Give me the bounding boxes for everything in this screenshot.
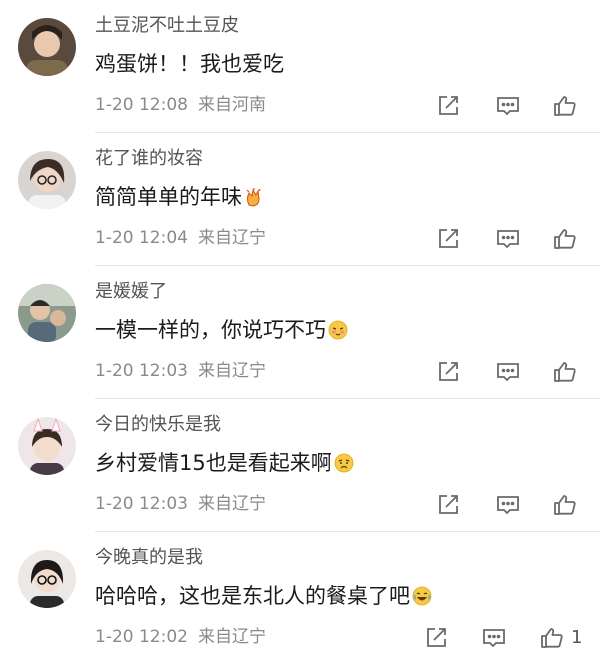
comment-text-body: 鸡蛋饼！！我也爱吃 (95, 52, 284, 76)
share-button[interactable] (433, 225, 463, 253)
username[interactable]: 今日的快乐是我 (95, 411, 221, 439)
comment-meta: 1-20 12:03 来自辽宁 (95, 358, 266, 384)
share-button[interactable] (421, 624, 451, 652)
comment-item: 今晚真的是我 哈哈哈，这也是东北人的餐桌了吧 1-20 12:02 来自辽宁 1 (0, 532, 600, 665)
avatar[interactable] (18, 18, 76, 76)
comment-meta: 1-20 12:08 来自河南 (95, 92, 266, 118)
thumbs-up-icon (554, 495, 576, 515)
embarrassed-face-emoji (328, 320, 348, 340)
like-button[interactable] (550, 491, 580, 519)
reply-button[interactable] (493, 491, 523, 519)
share-button[interactable] (433, 92, 463, 120)
thumbs-up-icon (554, 362, 576, 382)
sad-face-emoji (334, 453, 354, 473)
comment-text: 哈哈哈，这也是东北人的餐桌了吧 (95, 580, 432, 612)
avatar[interactable] (18, 284, 76, 342)
laughing-tears-emoji (412, 586, 432, 606)
comment-icon (497, 496, 519, 515)
comment-text-body: 乡村爱情15也是看起来啊 (95, 451, 332, 475)
comment-text: 鸡蛋饼！！我也爱吃 (95, 48, 284, 80)
share-button[interactable] (433, 491, 463, 519)
comment-location: 来自辽宁 (197, 361, 266, 381)
thumbs-up-icon (541, 628, 563, 648)
comment-item: 土豆泥不吐土豆皮 鸡蛋饼！！我也爱吃 1-20 12:08 来自河南 (0, 0, 600, 133)
reply-button[interactable] (493, 358, 523, 386)
comment-text: 简简单单的年味 (95, 181, 264, 213)
like-button[interactable] (550, 92, 580, 120)
comment-text-body: 简简单单的年味 (95, 185, 242, 209)
comment-meta: 1-20 12:04 来自辽宁 (95, 225, 266, 251)
comment-location: 来自辽宁 (197, 228, 266, 248)
username[interactable]: 土豆泥不吐土豆皮 (95, 12, 239, 40)
like-button[interactable] (537, 624, 567, 652)
comment-time: 1-20 12:02 (95, 627, 188, 647)
comment-text: 乡村爱情15也是看起来啊 (95, 447, 354, 479)
comment-text-body: 哈哈哈，这也是东北人的餐桌了吧 (95, 584, 410, 608)
comment-meta: 1-20 12:03 来自辽宁 (95, 491, 266, 517)
share-icon (427, 628, 446, 647)
comment-icon (497, 97, 519, 116)
share-icon (439, 362, 458, 381)
avatar[interactable] (18, 417, 76, 475)
username[interactable]: 是媛媛了 (95, 278, 167, 306)
comment-time: 1-20 12:08 (95, 95, 188, 115)
clapping-hands-emoji (244, 187, 264, 207)
comment-icon (483, 629, 505, 648)
comment-text: 一模一样的，你说巧不巧 (95, 314, 348, 346)
reply-button[interactable] (493, 225, 523, 253)
comment-location: 来自河南 (197, 95, 266, 115)
avatar[interactable] (18, 151, 76, 209)
comment-item: 是媛媛了 一模一样的，你说巧不巧 1-20 12:03 来自辽宁 (0, 266, 600, 399)
thumbs-up-icon (554, 96, 576, 116)
username[interactable]: 花了谁的妆容 (95, 145, 203, 173)
comment-icon (497, 363, 519, 382)
share-icon (439, 495, 458, 514)
reply-button[interactable] (493, 92, 523, 120)
comment-time: 1-20 12:03 (95, 494, 188, 514)
comment-meta: 1-20 12:02 来自辽宁 (95, 624, 266, 650)
comment-icon (497, 230, 519, 249)
avatar[interactable] (18, 550, 76, 608)
comment-location: 来自辽宁 (197, 494, 266, 514)
comment-text-body: 一模一样的，你说巧不巧 (95, 318, 326, 342)
comment-time: 1-20 12:04 (95, 228, 188, 248)
share-icon (439, 229, 458, 248)
share-icon (439, 96, 458, 115)
share-button[interactable] (433, 358, 463, 386)
username[interactable]: 今晚真的是我 (95, 544, 203, 572)
comment-item: 今日的快乐是我 乡村爱情15也是看起来啊 1-20 12:03 来自辽宁 (0, 399, 600, 532)
like-count: 1 (571, 627, 583, 648)
comment-time: 1-20 12:03 (95, 361, 188, 381)
reply-button[interactable] (479, 624, 509, 652)
thumbs-up-icon (554, 229, 576, 249)
like-button[interactable] (550, 225, 580, 253)
comment-item: 花了谁的妆容 简简单单的年味 1-20 12:04 来自辽宁 (0, 133, 600, 266)
comment-location: 来自辽宁 (197, 627, 266, 647)
like-button[interactable] (550, 358, 580, 386)
